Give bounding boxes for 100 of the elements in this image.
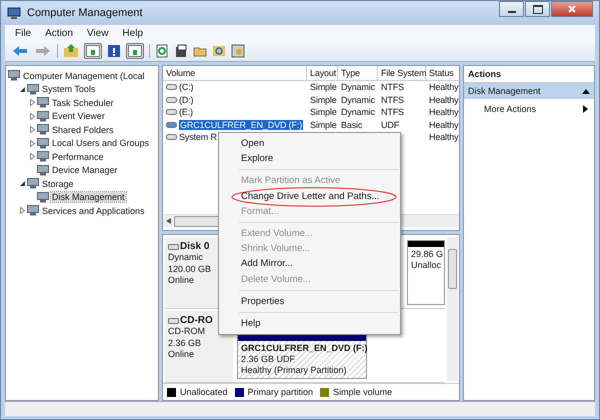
window-title: Computer Management (27, 7, 143, 19)
table-cell: Healthy (429, 107, 458, 118)
disk-status: Online (168, 349, 196, 360)
disk-size: 120.00 GB (168, 264, 212, 275)
monitor-icon (27, 205, 39, 216)
vertical-scrollbar[interactable] (447, 237, 458, 381)
table-cell: Simple (310, 107, 337, 118)
menu-item[interactable]: Help (241, 318, 261, 329)
disc-drive-icon (166, 120, 177, 129)
pane-toggle-button[interactable] (84, 43, 102, 59)
minimize-button[interactable] (499, 1, 524, 17)
close-button[interactable] (551, 1, 593, 17)
expand-arrow-icon[interactable] (19, 207, 26, 214)
column-header[interactable]: Layout (307, 66, 338, 80)
partition-block[interactable]: 29.86 G Unalloc (407, 240, 445, 305)
disk-type: Dynamic (168, 252, 204, 264)
monitor-icon (37, 192, 49, 203)
drive-icon (166, 108, 177, 116)
close-icon (567, 4, 577, 14)
drive-icon (168, 316, 179, 324)
drive-label[interactable]: (C:) (179, 82, 194, 92)
table-cell: Healthy (429, 120, 458, 130)
disk-type: CD-ROM (168, 326, 206, 338)
tree-item[interactable]: Performance (51, 152, 105, 162)
tree-item[interactable]: System Tools (41, 84, 96, 94)
action-group-header[interactable]: Disk Management (464, 83, 594, 99)
tree-item[interactable]: Disk Management (51, 192, 126, 202)
table-cell: NTFS (381, 107, 404, 118)
menu-item[interactable]: Properties (241, 296, 284, 307)
menu-item[interactable]: File (15, 28, 32, 38)
drive-icon (166, 133, 177, 142)
expand-arrow-icon[interactable] (29, 153, 36, 160)
table-cell: Basic (341, 120, 362, 130)
table-cell: Healthy (429, 94, 458, 105)
action-item[interactable]: More Actions (464, 99, 594, 117)
column-header[interactable]: Status (426, 66, 459, 80)
collapse-arrow-icon[interactable] (19, 86, 26, 93)
partition-info: 29.86 G (411, 249, 441, 260)
tree-item[interactable]: Local Users and Groups (51, 138, 150, 148)
menu-item[interactable]: Explore (241, 153, 274, 164)
table-cell: NTFS (381, 94, 404, 105)
disk-name: CD-RO (180, 315, 213, 326)
column-header[interactable]: Volume (163, 66, 307, 80)
computer-icon (7, 6, 21, 20)
drive-icon (166, 96, 177, 104)
monitor-icon (27, 178, 39, 190)
collapse-caret-icon (582, 88, 590, 94)
disk-size: 2.36 GB (168, 338, 202, 349)
tree-item[interactable]: Event Viewer (51, 111, 106, 122)
monitor-icon (37, 124, 49, 136)
expand-arrow-icon[interactable] (29, 112, 36, 120)
table-cell: Simple (310, 94, 337, 105)
partition-info: 2.36 GB UDF (241, 354, 296, 365)
table-cell: Healthy (429, 132, 458, 142)
scroll-left-icon[interactable] (166, 218, 171, 224)
table-cell: Dynamic (341, 107, 375, 118)
submenu-arrow-icon (583, 105, 588, 113)
partition-block[interactable]: GRC1CULFRER_EN_DVD (F:) 2.36 GB UDF Healthy (Primary Partition) (237, 334, 367, 379)
disk-status: Online (168, 275, 196, 286)
partition-info: Unalloc (411, 260, 441, 271)
expand-arrow-icon[interactable] (29, 126, 36, 134)
monitor-icon (8, 70, 20, 82)
menu-item[interactable]: Action (45, 28, 73, 38)
legend-label: Unallocated (180, 387, 228, 397)
drive-label[interactable]: System R (179, 132, 217, 142)
expand-arrow-icon[interactable] (29, 99, 36, 106)
drive-label[interactable]: GRC1CULFRER_EN_DVD (F:) (179, 120, 304, 130)
monitor-icon (37, 164, 49, 176)
legend-label: Simple volume (333, 387, 392, 397)
collapse-arrow-icon[interactable] (19, 180, 26, 188)
monitor-icon (37, 110, 49, 122)
expand-arrow-icon[interactable] (29, 140, 36, 147)
back-button[interactable] (11, 44, 29, 58)
maximize-button[interactable] (525, 1, 550, 17)
table-cell: Simple (310, 120, 337, 130)
drive-label[interactable]: (E:) (179, 107, 193, 118)
tree-item[interactable]: Device Manager (51, 165, 119, 176)
drive-label[interactable]: (D:) (179, 94, 194, 105)
pane-toggle-button[interactable] (126, 43, 144, 59)
monitor-icon (37, 151, 49, 162)
scroll-thumb[interactable] (448, 249, 457, 289)
monitor-icon (37, 97, 49, 108)
legend-label: Primary partition (248, 387, 314, 397)
tree-item[interactable]: Shared Folders (51, 124, 115, 135)
tree-item[interactable]: Storage (41, 178, 75, 189)
menu-item[interactable]: Open (241, 138, 264, 150)
menu-item[interactable]: Help (122, 28, 143, 38)
monitor-icon (27, 84, 39, 95)
tree-item[interactable]: Computer Management (Local (22, 70, 146, 81)
menu-item[interactable]: Add Mirror... (241, 258, 293, 270)
column-header[interactable]: File System (378, 66, 426, 80)
table-cell: Healthy (429, 82, 458, 92)
tree-item[interactable]: Task Scheduler (51, 98, 115, 108)
tree-item[interactable]: Services and Applications (41, 206, 146, 216)
table-cell: Dynamic (341, 94, 375, 105)
column-header[interactable]: Type (338, 66, 378, 80)
table-cell: Dynamic (341, 82, 375, 92)
disk-name: Disk 0 (180, 241, 210, 252)
folder-up-icon[interactable] (63, 43, 79, 59)
menu-item[interactable]: View (86, 28, 108, 38)
